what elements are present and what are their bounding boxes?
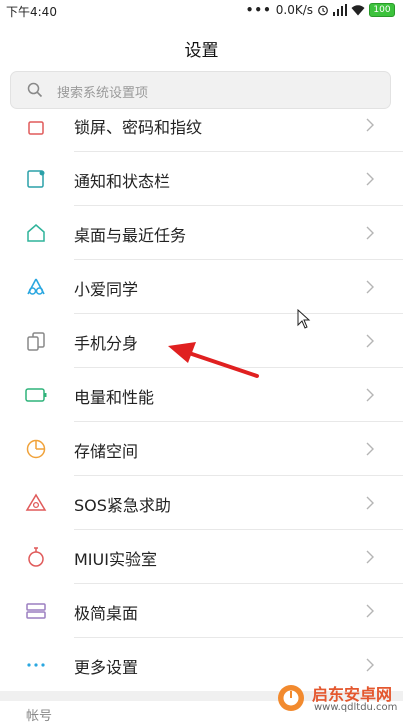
settings-item-sos[interactable]: SOS紧急求助 [0, 476, 403, 530]
settings-item-label: 桌面与最近任务 [74, 226, 187, 245]
chevron-right-icon [364, 493, 376, 513]
status-bar: 下午4:40 ••• 0.0K/s 100 [0, 0, 403, 22]
settings-item-notifications[interactable]: 通知和状态栏 [0, 152, 403, 206]
sos-icon [24, 491, 48, 515]
chevron-right-icon [364, 169, 376, 189]
chevron-right-icon [364, 115, 376, 135]
settings-item-label: SOS紧急求助 [74, 496, 171, 515]
page-title: 设置 [184, 41, 219, 61]
settings-item-second-space[interactable]: 手机分身 [0, 314, 403, 368]
chevron-right-icon [364, 601, 376, 621]
settings-item-label: 更多设置 [74, 658, 139, 677]
status-time: 下午4:40 [6, 5, 57, 19]
notification-icon [24, 167, 48, 191]
search-placeholder: 搜索系统设置项 [57, 86, 149, 101]
status-right: ••• 0.0K/s 100 [246, 3, 395, 17]
xiaoai-icon [24, 275, 48, 299]
settings-item-battery[interactable]: 电量和性能 [0, 368, 403, 422]
settings-item-label: 通知和状态栏 [74, 172, 171, 191]
home-icon [24, 221, 48, 245]
network-speed: 0.0K/s [275, 3, 313, 17]
settings-item-label: 电量和性能 [74, 388, 155, 407]
wifi-icon [351, 4, 365, 16]
settings-item-label: 锁屏、密码和指纹 [74, 118, 203, 137]
chevron-right-icon [364, 547, 376, 567]
chevron-right-icon [364, 223, 376, 243]
settings-item-xiaoai[interactable]: 小爱同学 [0, 260, 403, 314]
settings-item-lock[interactable]: 锁屏、密码和指纹 [0, 108, 403, 152]
lock-icon [24, 113, 48, 137]
settings-item-minimal-desktop[interactable]: 极简桌面 [0, 584, 403, 638]
signal-icon [333, 4, 347, 16]
battery-icon [24, 383, 48, 407]
settings-item-label: MIUI实验室 [74, 550, 157, 569]
mouse-cursor-icon [297, 308, 311, 333]
lab-icon [24, 545, 48, 569]
watermark-url: www.qdltdu.com [314, 702, 398, 713]
battery-indicator: 100 [369, 3, 395, 17]
chevron-right-icon [364, 277, 376, 297]
settings-item-storage[interactable]: 存储空间 [0, 422, 403, 476]
settings-item-label: 手机分身 [74, 334, 139, 353]
storage-icon [24, 437, 48, 461]
watermark-logo-icon [276, 683, 306, 717]
minimal-desktop-icon [24, 599, 48, 623]
search-input[interactable]: 搜索系统设置项 [10, 71, 391, 109]
alarm-icon [317, 4, 329, 16]
section-label-account: 帐号 [26, 709, 53, 724]
chevron-right-icon [364, 439, 376, 459]
more-icon [24, 653, 48, 677]
settings-item-label: 小爱同学 [74, 280, 139, 299]
settings-item-label: 存储空间 [74, 442, 139, 461]
settings-item-label: 极简桌面 [74, 604, 139, 623]
second-space-icon [24, 329, 48, 353]
status-dots: ••• [245, 3, 272, 17]
watermark: 启东安卓网 www.qdltdu.com [276, 681, 401, 715]
chevron-right-icon [364, 385, 376, 405]
settings-list: 锁屏、密码和指纹 通知和状态栏 桌面与最近任务 小爱同学 手机分身 电量和性能 … [0, 108, 403, 693]
chevron-right-icon [364, 655, 376, 675]
search-icon [27, 82, 43, 102]
settings-item-desktop[interactable]: 桌面与最近任务 [0, 206, 403, 260]
chevron-right-icon [364, 331, 376, 351]
settings-item-miui-lab[interactable]: MIUI实验室 [0, 530, 403, 584]
